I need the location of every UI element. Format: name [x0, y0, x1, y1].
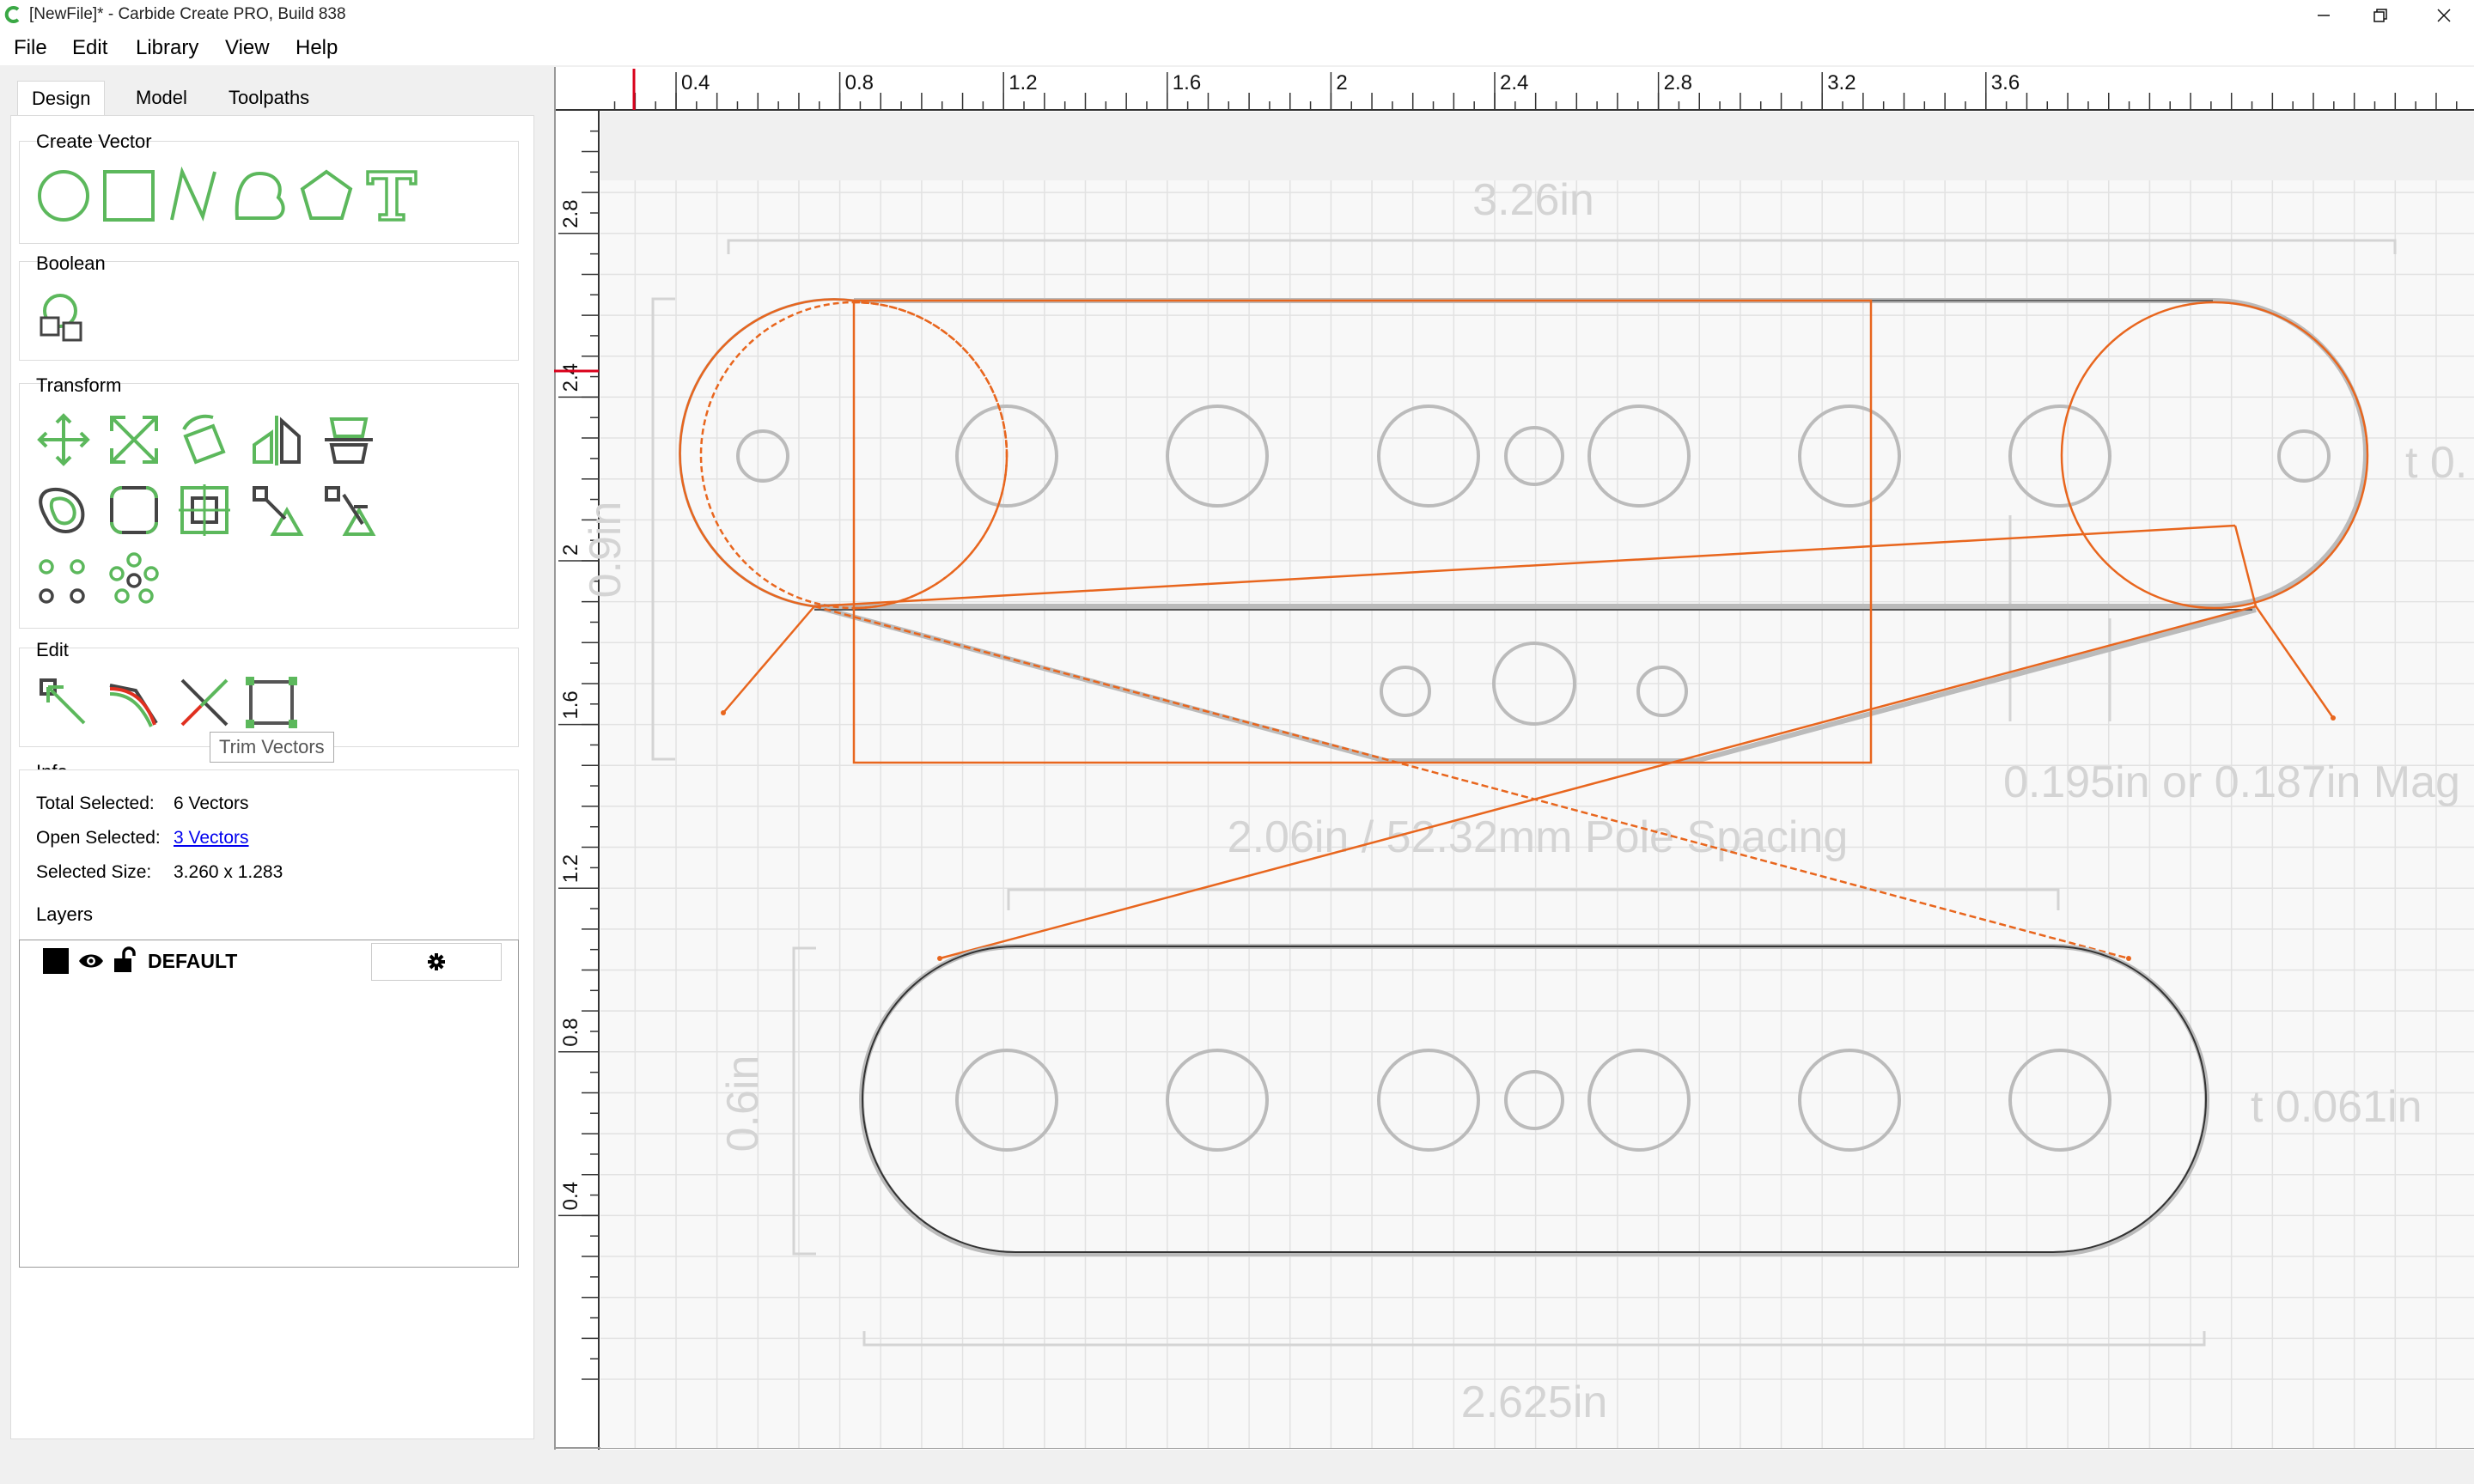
polyline-tool-icon[interactable] — [165, 167, 223, 225]
boolean-icon[interactable] — [34, 289, 93, 347]
menu-edit[interactable]: Edit — [72, 36, 107, 60]
total-selected-row: Total Selected: 6 Vectors — [36, 794, 249, 814]
move-icon[interactable] — [34, 411, 93, 469]
ruler-y-label: 0.4 — [559, 1182, 582, 1210]
offset-icon[interactable] — [34, 481, 93, 539]
dimension-pole-spacing: 2.06in / 52.32mm Pole Spacing — [1228, 812, 1849, 862]
boolean-group — [19, 261, 519, 361]
circular-array-icon[interactable] — [105, 551, 163, 610]
join-icon[interactable] — [175, 481, 234, 539]
smooth-curve-icon[interactable] — [105, 673, 163, 732]
align-icon[interactable] — [320, 411, 378, 469]
curve-tool-icon[interactable] — [230, 167, 289, 225]
bounding-box-icon[interactable] — [242, 673, 301, 732]
node-select-icon[interactable] — [34, 673, 93, 732]
fillet-icon[interactable] — [105, 481, 163, 539]
status-bar — [0, 1450, 2474, 1484]
ruler-x-label: 2 — [1336, 71, 1347, 94]
selected-size-value: 3.260 x 1.283 — [174, 862, 283, 882]
tab-design[interactable]: Design — [17, 81, 106, 116]
ruler-x-label: 0.4 — [681, 71, 710, 94]
total-selected-value: 6 Vectors — [174, 794, 249, 813]
mirror-icon[interactable] — [247, 411, 306, 469]
transform-label: Transform — [36, 374, 122, 396]
create-vector-label: Create Vector — [36, 131, 152, 152]
layers-list — [19, 940, 519, 1268]
ruler-x-label: 1.6 — [1173, 71, 1201, 94]
boolean-label: Boolean — [36, 252, 106, 274]
circle-tool-icon[interactable] — [34, 167, 93, 225]
menu-file[interactable]: File — [14, 36, 47, 60]
layer-settings-button[interactable] — [371, 943, 502, 981]
trim-vectors-tooltip: Trim Vectors — [210, 732, 334, 763]
ruler-x-label: 1.2 — [1008, 71, 1037, 94]
design-canvas[interactable]: 0.4 0.8 1.2 1.6 2 2.4 2.8 3.2 3.6 2.8 2.4 2 1.6 1.2 0… — [554, 67, 2474, 1450]
window-title: [NewFile]* - Carbide Create PRO, Build 8… — [29, 5, 346, 23]
scale-icon[interactable] — [105, 411, 163, 469]
trim-node-icon[interactable] — [320, 481, 378, 539]
title-bar: [NewFile]* - Carbide Create PRO, Build 8… — [0, 0, 2474, 31]
dimension-lower-t: t 0.061in — [2251, 1082, 2422, 1132]
total-selected-label: Total Selected: — [36, 794, 155, 813]
unlock-icon[interactable] — [112, 946, 137, 974]
menu-view[interactable]: View — [225, 36, 270, 60]
open-selected-label: Open Selected: — [36, 828, 161, 848]
carbide-logo-icon — [4, 6, 20, 23]
dimension-top-width: 3.26in — [1472, 175, 1594, 225]
layers-label: Layers — [36, 903, 94, 925]
ruler-y-label: 1.2 — [559, 855, 582, 883]
trim-vectors-icon[interactable] — [175, 673, 234, 732]
dimension-magnet: 0.195in or 0.187in Mag — [2003, 757, 2460, 807]
text-tool-icon[interactable] — [363, 167, 421, 225]
rectangle-tool-icon[interactable] — [100, 167, 158, 225]
ruler-y-label: 2.8 — [559, 199, 582, 228]
menu-bar: File Edit Library View Help — [0, 31, 2474, 65]
eye-icon[interactable] — [77, 950, 105, 972]
dimension-bottom-width: 2.625in — [1461, 1378, 1608, 1427]
menu-library[interactable]: Library — [136, 36, 198, 60]
linear-array-icon[interactable] — [34, 551, 93, 610]
polygon-tool-icon[interactable] — [297, 167, 356, 225]
gear-icon — [428, 953, 445, 970]
edit-label: Edit — [36, 639, 69, 660]
selected-size-label: Selected Size: — [36, 862, 152, 882]
open-selected-link[interactable]: 3 Vectors — [174, 828, 249, 848]
close-icon — [2437, 9, 2451, 22]
ruler-y-label: 1.6 — [559, 690, 582, 719]
restore-icon — [2373, 9, 2387, 22]
ruler-x-label: 0.8 — [845, 71, 874, 94]
menu-help[interactable]: Help — [296, 36, 338, 60]
layer-color-swatch[interactable] — [43, 948, 69, 974]
tab-toolpaths[interactable]: Toolpaths — [215, 81, 323, 115]
node-edit-icon[interactable] — [247, 481, 306, 539]
ruler-x-label: 3.2 — [1827, 71, 1855, 94]
ruler-x-label: 2.8 — [1664, 71, 1692, 94]
layer-name: DEFAULT — [148, 950, 238, 972]
close-button[interactable] — [2405, 0, 2474, 31]
ruler-x-label: 3.6 — [1991, 71, 2020, 94]
ruler-y-label: 2 — [559, 544, 582, 556]
tab-model[interactable]: Model — [122, 81, 201, 115]
dimension-left-height: 0.9in — [581, 502, 631, 599]
dimension-lower-height: 0.6in — [718, 1055, 768, 1153]
open-selected-row: Open Selected: 3 Vectors — [36, 828, 249, 848]
minimize-icon — [2318, 15, 2330, 16]
ruler-x-label: 2.4 — [1500, 71, 1528, 94]
ruler-y-label: 0.8 — [559, 1018, 582, 1046]
selected-size-row: Selected Size: 3.260 x 1.283 — [36, 862, 283, 883]
rotate-icon[interactable] — [175, 411, 234, 469]
dimension-right-t: t 0. — [2405, 438, 2467, 488]
ruler-y-label: 2.4 — [559, 363, 582, 392]
